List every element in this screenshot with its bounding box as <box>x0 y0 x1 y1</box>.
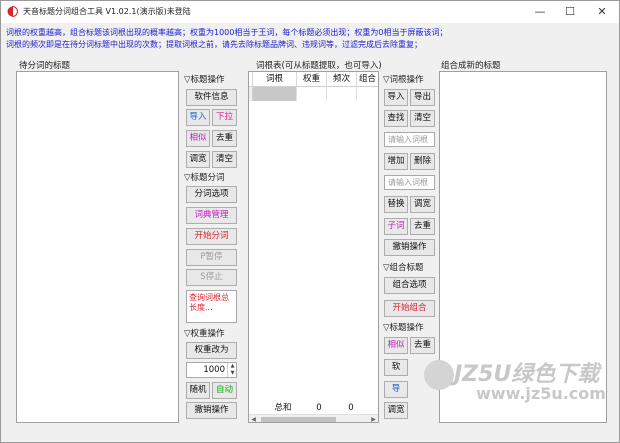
footer-weight-sum: 0 <box>316 403 322 413</box>
replace-button[interactable]: 替换 <box>384 196 408 213</box>
minimize-button[interactable]: — <box>525 1 555 23</box>
watermark-logo-icon <box>424 360 454 390</box>
footer-frequency-sum: 0 <box>348 403 354 413</box>
start-segment-button[interactable]: 开始分词 <box>186 228 237 245</box>
section-segment: ▽标题分词 <box>184 173 225 183</box>
root-input-1[interactable]: 请输入词根 <box>384 132 435 147</box>
app-logo-icon <box>7 6 18 17</box>
weight-value: 1000 <box>203 365 225 375</box>
weight-change-button[interactable]: 权重改为 <box>186 342 237 359</box>
stop-button[interactable]: S停止 <box>186 269 237 286</box>
root-word-grid[interactable]: 词根 权重 频次 组合 总和 0 0 ◀ ▶ <box>248 71 379 423</box>
root-length-query-text: 查询词根总长度... <box>186 290 237 323</box>
watermark: JZ5U绿色下载 www.jz5u.com <box>424 356 614 408</box>
section-combine: ▽组合标题 <box>383 263 424 273</box>
section-title-ops: ▽标题操作 <box>184 75 225 85</box>
segment-options-button[interactable]: 分词选项 <box>186 186 237 203</box>
export-roots-button[interactable]: 导出 <box>410 89 435 106</box>
scroll-thumb[interactable] <box>261 417 336 422</box>
window-title: 天音标题分词组合工具 V1.02.1(演示版)未登陆 <box>23 7 191 16</box>
adjust-width-combined-button[interactable]: 调宽 <box>384 402 408 419</box>
clear-roots-button[interactable]: 清空 <box>410 110 435 127</box>
root-input-2[interactable]: 请输入词根 <box>384 175 435 190</box>
section-root-ops: ▽词根操作 <box>383 75 424 85</box>
close-button[interactable]: ✕ <box>587 1 617 23</box>
add-root-button[interactable]: 增加 <box>384 153 408 170</box>
dedupe-combined-button[interactable]: 去重 <box>410 337 435 354</box>
weight-value-spinner[interactable]: 1000 ▲ ▼ <box>186 362 237 378</box>
import-titles-button[interactable]: 导入 <box>186 109 210 126</box>
col-header-root[interactable]: 词根 <box>253 72 297 87</box>
combine-options-button[interactable]: 组合选项 <box>384 277 435 294</box>
scroll-right-icon[interactable]: ▶ <box>369 415 378 422</box>
random-button[interactable]: 随机 <box>186 382 210 399</box>
undo-weight-button[interactable]: 撤销操作 <box>186 402 237 419</box>
find-button[interactable]: 查找 <box>384 110 408 127</box>
software-button-partial[interactable]: 软 <box>384 359 408 376</box>
info-line-2: 词根的频次即是在待分词标题中出现的次数；提取词根之前，请先去除标题品牌词、违规词… <box>6 40 422 49</box>
footer-sum-label: 总和 <box>274 403 292 413</box>
dropdown-button[interactable]: 下拉 <box>212 109 237 126</box>
col-header-combine[interactable]: 组合 <box>357 72 378 87</box>
section-weight: ▽权重操作 <box>184 329 225 339</box>
col-header-weight[interactable]: 权重 <box>297 72 327 87</box>
sub-word-button[interactable]: 子词 <box>384 218 408 235</box>
delete-root-button[interactable]: 删除 <box>410 153 435 170</box>
source-titles-textarea[interactable] <box>16 71 179 423</box>
similar-button[interactable]: 相似 <box>186 130 210 147</box>
title-bar: 天音标题分词组合工具 V1.02.1(演示版)未登陆 — ☐ ✕ <box>1 1 619 23</box>
info-text: 词根的权重越高，组合标题该词根出现的概率越高；权重为1000相当于王词，每个标题… <box>6 27 614 51</box>
start-combine-button[interactable]: 开始组合 <box>384 300 435 317</box>
spinner-arrows-icon[interactable]: ▲ ▼ <box>227 363 237 377</box>
grid-cell[interactable] <box>327 87 357 101</box>
pause-button[interactable]: P暂停 <box>186 249 237 266</box>
grid-label: 词根表(可从标题提取，也可导入) <box>256 61 382 71</box>
grid-footer: 总和 0 0 <box>249 402 378 414</box>
grid-cell[interactable] <box>357 87 378 101</box>
grid-cell[interactable] <box>297 87 327 101</box>
col-header-frequency[interactable]: 频次 <box>327 72 357 87</box>
import-roots-button[interactable]: 导入 <box>384 89 408 106</box>
auto-button[interactable]: 自动 <box>212 382 237 399</box>
right-panel-label: 组合成新的标题 <box>441 61 501 71</box>
app-window: 天音标题分词组合工具 V1.02.1(演示版)未登陆 — ☐ ✕ 词根的权重越高… <box>0 0 620 443</box>
selected-cell[interactable] <box>253 87 297 101</box>
similar-combined-button[interactable]: 相似 <box>384 337 408 354</box>
clear-titles-button[interactable]: 清空 <box>212 151 237 168</box>
maximize-button[interactable]: ☐ <box>555 1 585 23</box>
grid-horizontal-scrollbar[interactable]: ◀ ▶ <box>249 414 378 422</box>
info-line-1: 词根的权重越高，组合标题该词根出现的概率越高；权重为1000相当于王词，每个标题… <box>6 28 448 37</box>
adjust-width-roots-button[interactable]: 调宽 <box>410 196 435 213</box>
dedupe-titles-button[interactable]: 去重 <box>212 130 237 147</box>
scroll-left-icon[interactable]: ◀ <box>249 415 258 422</box>
undo-roots-button[interactable]: 撤销操作 <box>384 239 435 256</box>
left-panel-label: 待分词的标题 <box>19 61 71 71</box>
dedupe-roots-button[interactable]: 去重 <box>410 218 435 235</box>
import-combined-button-partial[interactable]: 导 <box>384 381 408 398</box>
software-info-button[interactable]: 软件信息 <box>186 89 237 106</box>
watermark-url-text: www.jz5u.com <box>476 384 606 403</box>
grid-header: 词根 权重 频次 组合 <box>249 72 378 87</box>
dict-manage-button[interactable]: 词典管理 <box>186 207 237 224</box>
section-title-ops-2: ▽标题操作 <box>383 323 424 333</box>
adjust-width-button[interactable]: 调宽 <box>186 151 210 168</box>
table-row[interactable] <box>249 87 378 101</box>
